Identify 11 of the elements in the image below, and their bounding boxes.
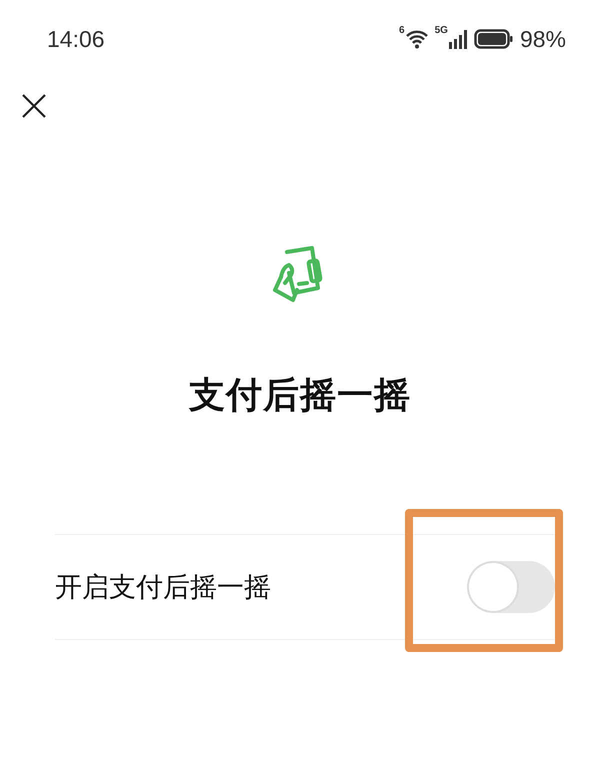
battery-percent: 98% (520, 26, 566, 52)
close-icon[interactable] (20, 92, 48, 120)
network-label: 5G (434, 25, 448, 36)
wifi-label: 6 (399, 25, 405, 36)
status-time: 14:06 (47, 26, 106, 52)
toggle-switch[interactable] (469, 561, 555, 613)
signal-icon (448, 29, 468, 49)
battery-icon (474, 29, 514, 49)
setting-label: 开启支付后摇一摇 (55, 571, 271, 605)
page-title: 支付后摇一摇 (188, 374, 412, 418)
wifi-icon (404, 29, 429, 49)
